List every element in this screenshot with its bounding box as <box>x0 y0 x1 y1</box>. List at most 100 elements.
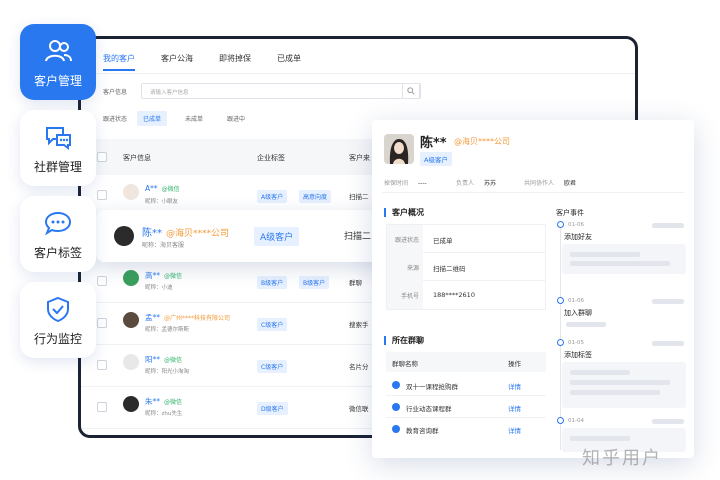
filter-closed[interactable]: 已成单 <box>137 111 168 126</box>
row-checkbox[interactable] <box>97 360 107 370</box>
events-title: 客户事件 <box>556 209 584 217</box>
overview-row: 来源 扫描二维码 <box>387 253 545 281</box>
search-row: 客户信息 请输入客户信息 <box>103 83 421 99</box>
avatar <box>123 396 139 412</box>
customer-nickname: 昵称：阳光小淘淘 <box>145 369 190 375</box>
event-card <box>562 244 686 274</box>
feature-customer-tags[interactable]: 客户标签 <box>20 196 96 272</box>
filter-not-closed[interactable]: 未成单 <box>179 111 209 126</box>
overview-value: 188****2610 <box>433 291 475 299</box>
avatar-photo <box>384 134 414 164</box>
feature-community-management[interactable]: 社群管理 <box>20 110 96 186</box>
overview-key: 跟进状态 <box>387 225 423 253</box>
row-checkbox[interactable] <box>97 402 107 412</box>
avatar <box>123 354 139 370</box>
shield-check-icon <box>47 296 69 322</box>
groups-header: 群聊名称 操作 <box>386 352 546 372</box>
tab-closed-deals[interactable]: 已成单 <box>277 49 301 71</box>
event-name: 加入群聊 <box>564 309 592 317</box>
customer-tag: D级客户 <box>257 402 288 415</box>
placeholder-bar <box>652 341 684 346</box>
customer-tag: B级客户 <box>299 276 330 289</box>
customer-channel: 搜索手 <box>349 321 369 329</box>
feature-label: 客户标签 <box>33 246 82 260</box>
placeholder-bar <box>652 419 684 424</box>
groups-table: 群聊名称 操作 双十一课程抢购群 详情 行业动态课程群 详情 教育咨询群 详情 <box>386 352 546 442</box>
search-placeholder: 请输入客户信息 <box>150 90 189 96</box>
user-group-icon <box>45 40 72 62</box>
group-detail-link[interactable]: 详情 <box>508 381 521 391</box>
search-icon <box>407 87 415 95</box>
overview-row: 手机号 188****2610 <box>387 281 545 309</box>
event-date: 01-05 <box>568 340 584 346</box>
tab-expiring[interactable]: 即将掉保 <box>219 49 251 71</box>
group-row: 双十一课程抢购群 详情 <box>386 374 546 396</box>
watermark: 知乎用户 <box>582 448 662 469</box>
customer-channel: 微信联 <box>349 405 369 413</box>
customer-source: @微信 <box>164 273 183 280</box>
customer-channel: 扫描二 <box>344 232 372 242</box>
customer-source: @微信 <box>164 357 183 364</box>
avatar <box>123 184 139 200</box>
customer-detail-panel: 陈** @海贝****公司 A级客户 掉保时间 ---- 负责人 苏苏 共同协作人欧… <box>372 120 694 458</box>
placeholder-bar <box>570 261 670 266</box>
column-header: 客户信息 <box>123 154 151 162</box>
table-row-highlighted[interactable]: 陈** @海贝****公司 昵称：海贝客服 A级客户 扫描二 <box>96 210 396 262</box>
timeline-dot <box>557 339 564 346</box>
group-detail-link[interactable]: 详情 <box>508 403 521 413</box>
search-button[interactable] <box>402 83 420 99</box>
customer-channel: 扫描二 <box>349 193 369 201</box>
tab-customer-pool[interactable]: 客户公海 <box>161 49 193 71</box>
overview-title: 客户概况 <box>384 208 424 217</box>
row-checkbox[interactable] <box>97 318 107 328</box>
group-row: 教育咨询群 详情 <box>386 418 546 440</box>
placeholder-bar <box>570 436 630 441</box>
customer-channel: 群聊 <box>349 279 362 287</box>
event-date: 01-04 <box>568 418 584 424</box>
timeline-dot <box>557 297 564 304</box>
customer-name: 孟** @广州****科技有限公司 <box>145 313 231 322</box>
overview-key: 手机号 <box>387 281 423 309</box>
detail-tag: A级客户 <box>420 152 452 166</box>
placeholder-bar <box>652 223 684 228</box>
group-detail-link[interactable]: 详情 <box>508 425 521 435</box>
tab-my-customers[interactable]: 我的客户 <box>103 49 135 71</box>
customer-tag: B级客户 <box>257 276 288 289</box>
chat-group-icon <box>46 127 71 150</box>
tab-bar: 我的客户 客户公海 即将掉保 已成单 <box>103 49 327 73</box>
feature-label: 行为监控 <box>33 332 82 346</box>
filter-following[interactable]: 跟进中 <box>221 111 251 126</box>
customer-channel: 名片分 <box>349 363 369 371</box>
feature-customer-management[interactable]: 客户管理 <box>20 24 96 100</box>
customer-name: 阳** @微信 <box>145 355 183 364</box>
row-checkbox[interactable] <box>97 190 107 200</box>
detail-divider <box>382 192 684 193</box>
customer-name: 朱** @微信 <box>145 397 183 406</box>
placeholder-bar <box>652 299 684 304</box>
customer-source: @微信 <box>161 186 180 193</box>
customer-tag: 高意向度 <box>299 190 332 203</box>
column-header: 客户来 <box>349 154 370 162</box>
feature-behavior-monitoring[interactable]: 行为监控 <box>20 282 96 358</box>
group-name: 教育咨询群 <box>406 427 439 435</box>
event-date: 01-06 <box>568 222 584 228</box>
placeholder-bar <box>570 380 670 385</box>
search-input[interactable]: 请输入客户信息 <box>141 83 421 99</box>
overview-value: 扫描二维码 <box>433 265 466 273</box>
event-name: 添加标签 <box>564 351 592 359</box>
row-checkbox[interactable] <box>97 276 107 286</box>
group-name: 双十一课程抢购群 <box>406 383 458 391</box>
customer-source: @海贝****公司 <box>166 229 230 239</box>
customer-nickname: 昵称：海贝客服 <box>142 242 185 249</box>
customer-nickname: 昵称：小眼友 <box>145 199 179 205</box>
tab-divider <box>81 73 635 74</box>
customer-tag: A级客户 <box>257 190 288 203</box>
avatar <box>123 312 139 328</box>
meta-expire: 掉保时间 ---- <box>384 180 427 187</box>
customer-nickname: 昵称：小迪 <box>145 285 173 291</box>
customer-avatar <box>384 134 414 164</box>
select-all-checkbox[interactable] <box>97 152 107 162</box>
column-header: 企业标签 <box>257 154 285 162</box>
group-name: 行业动态课程群 <box>406 405 452 413</box>
customer-name: 高** @微信 <box>145 271 183 280</box>
